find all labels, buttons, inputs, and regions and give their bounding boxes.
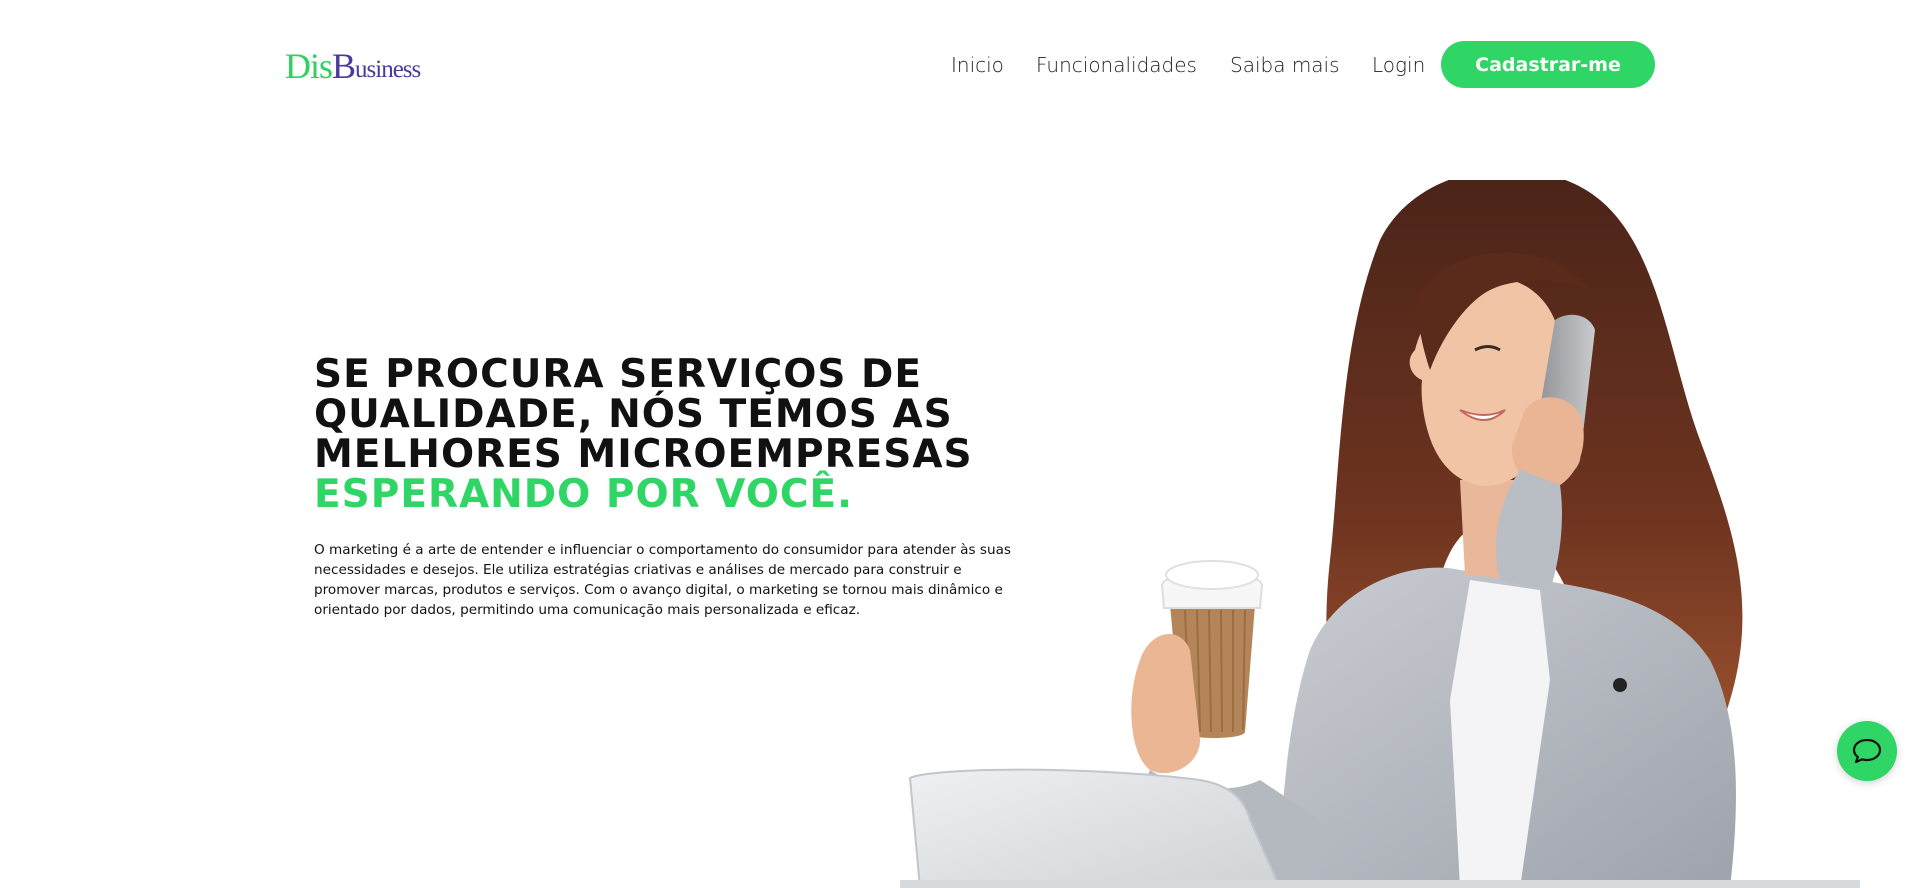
laptop-shape (908, 768, 1282, 888)
jacket-button (1613, 678, 1627, 692)
nav-link-funcionalidades[interactable]: Funcionalidades (1036, 53, 1197, 77)
nav-link-inicio[interactable]: Inicio (951, 53, 1004, 77)
nav-link-login[interactable]: Login (1372, 53, 1425, 77)
hand-cup-shape (1131, 633, 1200, 774)
main-nav: Inicio Funcionalidades Saiba mais Login … (0, 41, 1907, 89)
coffee-cup-lid-top (1165, 560, 1259, 590)
chat-button[interactable] (1837, 721, 1897, 781)
chat-bubble-icon (1852, 738, 1882, 764)
desk-edge (900, 880, 1860, 888)
hero-image-woman-on-phone (900, 180, 1860, 888)
signup-button[interactable]: Cadastrar-me (1441, 41, 1655, 88)
nav-link-saiba-mais[interactable]: Saiba mais (1230, 53, 1340, 77)
landing-page: Dis Business Inicio Funcionalidades Saiba… (0, 0, 1907, 888)
